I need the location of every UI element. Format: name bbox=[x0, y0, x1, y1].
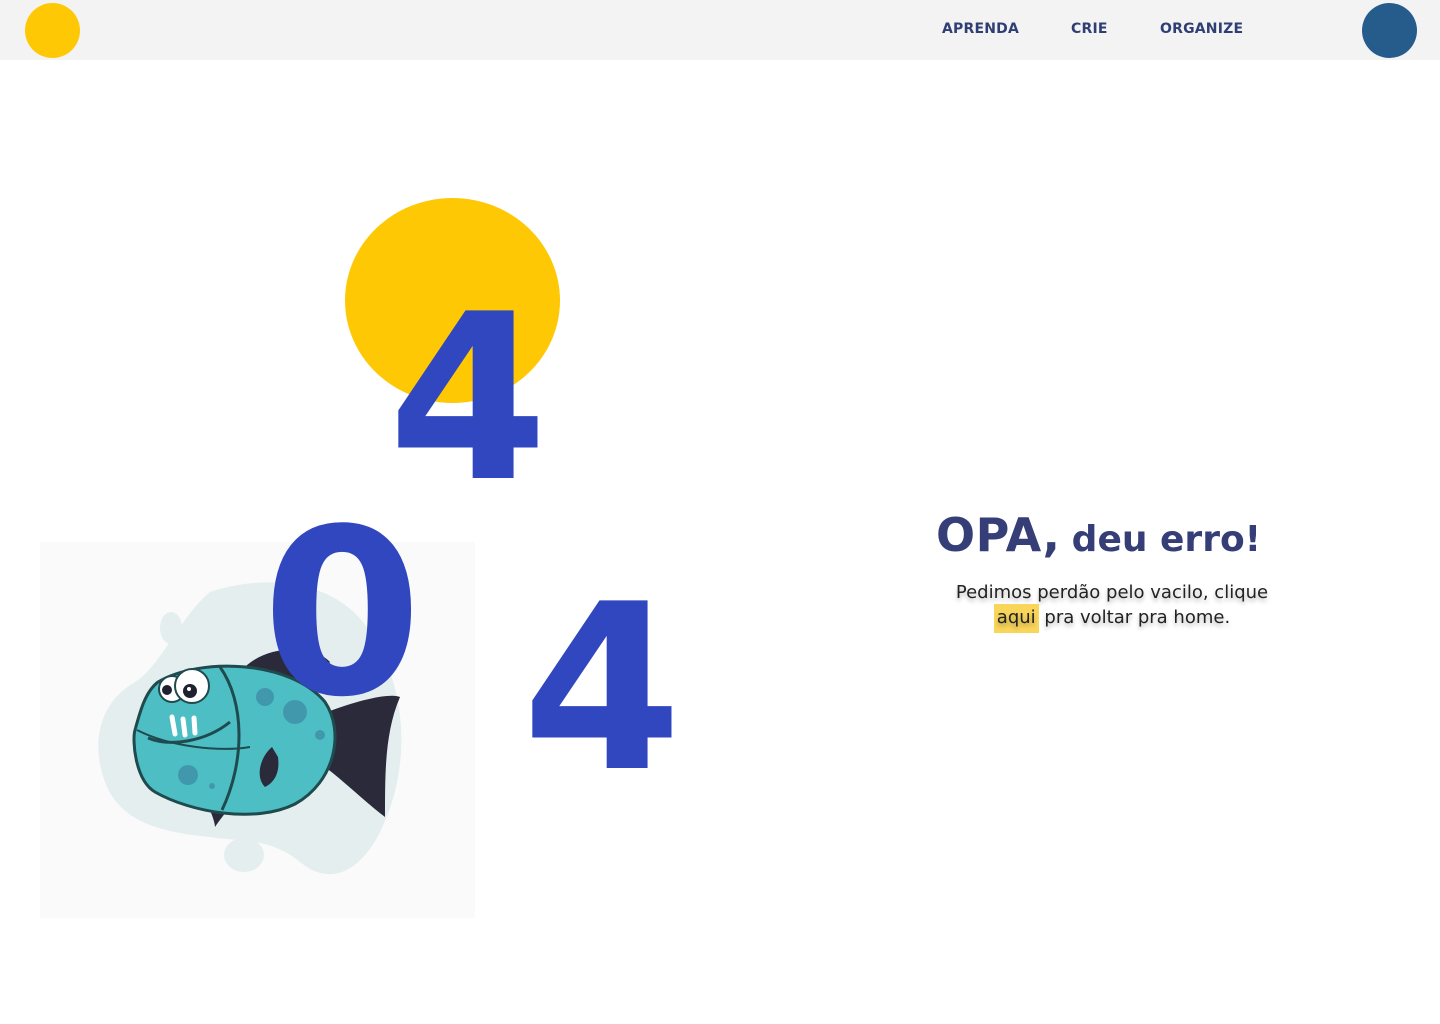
error-code-digit-2: 0 bbox=[262, 481, 423, 748]
error-message-after: pra voltar pra home. bbox=[1038, 607, 1231, 628]
home-link[interactable]: aqui bbox=[993, 604, 1039, 633]
logo-icon[interactable] bbox=[25, 3, 80, 58]
error-code-digit-3: 4 bbox=[522, 556, 683, 823]
error-message-before: Pedimos perdão pelo vacilo, clique bbox=[955, 582, 1269, 603]
nav-link-crie[interactable]: CRIE bbox=[1071, 21, 1108, 37]
error-title-rest: deu erro! bbox=[1071, 519, 1262, 560]
user-avatar[interactable] bbox=[1362, 3, 1417, 58]
error-title: OPA, deu erro! bbox=[936, 508, 1276, 562]
error-message: Pedimos perdão pelo vacilo, clique aqui p… bbox=[940, 580, 1284, 633]
top-navigation-bar: APRENDA CRIE ORGANIZE bbox=[0, 0, 1440, 60]
nav-link-aprenda[interactable]: APRENDA bbox=[942, 21, 1019, 37]
nav-link-organize[interactable]: ORGANIZE bbox=[1160, 21, 1243, 37]
error-title-emphasis: OPA, bbox=[936, 508, 1061, 562]
